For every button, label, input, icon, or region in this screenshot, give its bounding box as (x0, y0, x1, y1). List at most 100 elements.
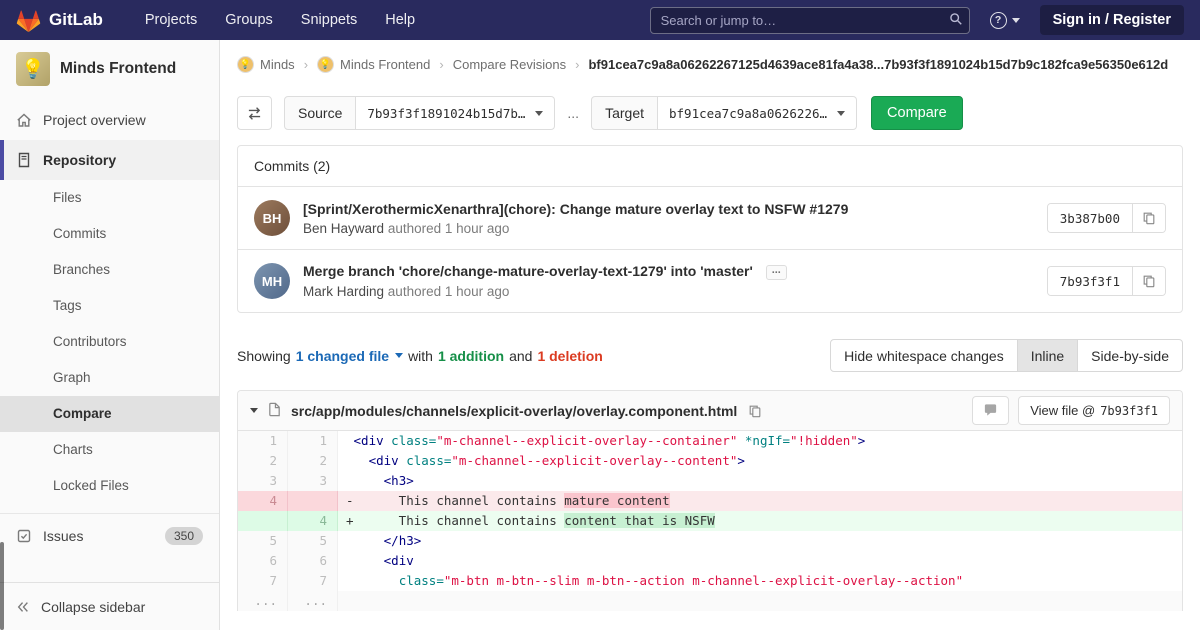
new-line-number[interactable]: ... (288, 591, 338, 611)
sidebar-subitem-compare[interactable]: Compare (0, 396, 219, 432)
commit-author-link[interactable]: Mark Harding (303, 284, 384, 299)
new-line-number[interactable]: 2 (288, 451, 338, 471)
commit-sha-link[interactable]: 7b93f3f1 (1048, 267, 1132, 295)
comment-bubble-icon (983, 403, 998, 418)
file-path-link[interactable]: src/app/modules/channels/explicit-overla… (291, 403, 737, 419)
old-line-number[interactable]: 4 (238, 491, 288, 511)
help-icon: ? (990, 12, 1007, 29)
side-by-side-view-button[interactable]: Side-by-side (1077, 339, 1183, 372)
inline-view-button[interactable]: Inline (1017, 339, 1078, 372)
new-line-number[interactable]: 6 (288, 551, 338, 571)
sidebar-subitem-graph[interactable]: Graph (0, 360, 219, 396)
source-label: Source (284, 96, 356, 130)
chevron-down-icon (535, 111, 543, 116)
commit-row: BH [Sprint/XerothermicXenarthra](chore):… (238, 187, 1182, 249)
nav-snippets[interactable]: Snippets (301, 12, 357, 28)
old-line-number[interactable]: 1 (238, 431, 288, 451)
breadcrumb-minds-frontend[interactable]: Minds Frontend (340, 57, 430, 72)
code-line: - This channel contains mature content (338, 491, 1182, 511)
file-icon (267, 402, 282, 420)
nav-groups[interactable]: Groups (225, 12, 273, 28)
sidebar-item-issues[interactable]: Issues 350 (0, 514, 219, 558)
old-line-number[interactable]: ... (238, 591, 288, 611)
target-revision-group: Target bf91cea7c9a8a0626226… (591, 96, 857, 130)
breadcrumb-minds[interactable]: Minds (260, 57, 295, 72)
double-chevron-left-icon (16, 600, 30, 614)
hide-whitespace-button[interactable]: Hide whitespace changes (830, 339, 1018, 372)
new-line-number[interactable]: 1 (288, 431, 338, 451)
search-input[interactable] (650, 7, 970, 34)
showing-label: Showing (237, 348, 291, 364)
old-line-number[interactable]: 3 (238, 471, 288, 491)
commit-title-link[interactable]: [Sprint/XerothermicXenarthra](chore): Ch… (303, 201, 848, 217)
diff-line: 66 <div (238, 551, 1182, 571)
sidebar-scrollbar[interactable] (0, 542, 4, 630)
brand-wordmark: GitLab (49, 10, 103, 30)
code-line: + This channel contains content that is … (338, 511, 1182, 531)
nav-help[interactable]: Help (385, 12, 415, 28)
copy-sha-button[interactable] (1132, 204, 1165, 232)
sidebar-subitem-files[interactable]: Files (0, 180, 219, 216)
diff-view-options: Hide whitespace changes Inline Side-by-s… (830, 339, 1183, 372)
sidebar-item-repository[interactable]: Repository (0, 140, 219, 180)
code-line: </h3> (338, 531, 1182, 551)
sidebar-subitem-locked-files[interactable]: Locked Files (0, 468, 219, 504)
minds-group-avatar-icon: 💡 (237, 56, 254, 73)
commit-meta: Mark Harding authored 1 hour ago (303, 284, 1047, 299)
copy-sha-button[interactable] (1132, 267, 1165, 295)
avatar: MH (254, 263, 290, 299)
collapse-diff-caret-icon[interactable] (250, 408, 258, 413)
clipboard-icon (748, 404, 762, 418)
range-separator: ... (567, 105, 579, 121)
project-sidebar: 💡 Minds Frontend Project overview Reposi… (0, 40, 220, 630)
new-line-number[interactable]: 5 (288, 531, 338, 551)
diff-stats-row: Showing 1 changed file with 1 addition a… (237, 339, 1183, 372)
sidebar-subitem-commits[interactable]: Commits (0, 216, 219, 252)
old-line-number[interactable]: 2 (238, 451, 288, 471)
old-line-number[interactable]: 6 (238, 551, 288, 571)
commits-panel: Commits (2) BH [Sprint/XerothermicXenart… (237, 145, 1183, 313)
new-line-number[interactable]: 7 (288, 571, 338, 591)
new-line-number[interactable]: 4 (288, 511, 338, 531)
breadcrumb-separator: › (304, 57, 308, 72)
commit-title-link[interactable]: Merge branch 'chore/change-mature-overla… (303, 263, 753, 279)
help-dropdown[interactable]: ? (990, 12, 1020, 29)
swap-revisions-button[interactable] (237, 96, 272, 130)
source-revision-dropdown[interactable]: 7b93f3f1891024b15d7b… (356, 96, 555, 130)
old-line-number[interactable] (238, 511, 288, 531)
commit-author-link[interactable]: Ben Hayward (303, 221, 384, 236)
tanuki-icon (16, 8, 41, 33)
toggle-comments-button[interactable] (972, 396, 1009, 425)
sidebar-subitem-charts[interactable]: Charts (0, 432, 219, 468)
project-context-header[interactable]: 💡 Minds Frontend (0, 40, 219, 100)
gitlab-logo[interactable]: GitLab (16, 8, 103, 33)
sidebar-item-project-overview[interactable]: Project overview (0, 100, 219, 140)
old-line-number[interactable]: 5 (238, 531, 288, 551)
chevron-down-icon (1012, 18, 1020, 23)
nav-projects[interactable]: Projects (145, 12, 197, 28)
search-icon[interactable] (949, 12, 963, 29)
old-line-number[interactable]: 7 (238, 571, 288, 591)
code-line: <div class="m-channel--explicit-overlay-… (338, 431, 1182, 451)
sign-in-button[interactable]: Sign in / Register (1040, 5, 1184, 35)
sidebar-subitem-contributors[interactable]: Contributors (0, 324, 219, 360)
additions-count: 1 addition (438, 348, 504, 364)
target-revision-dropdown[interactable]: bf91cea7c9a8a0626226… (658, 96, 857, 130)
chevron-down-icon (395, 353, 403, 358)
new-line-number[interactable] (288, 491, 338, 511)
sidebar-subitem-branches[interactable]: Branches (0, 252, 219, 288)
breadcrumb-compare-revisions[interactable]: Compare Revisions (453, 57, 566, 72)
collapse-sidebar-button[interactable]: Collapse sidebar (0, 582, 219, 630)
sidebar-subitem-tags[interactable]: Tags (0, 288, 219, 324)
chevron-down-icon (837, 111, 845, 116)
copy-file-path-button[interactable] (746, 402, 764, 420)
commit-message-expander-button[interactable]: ... (766, 265, 787, 280)
changed-files-dropdown[interactable]: 1 changed file (296, 348, 403, 364)
project-avatar: 💡 (16, 52, 50, 86)
commits-header: Commits (2) (238, 146, 1182, 187)
commit-sha-link[interactable]: 3b387b00 (1048, 204, 1132, 232)
compare-button[interactable]: Compare (871, 96, 963, 130)
issues-count-badge: 350 (165, 527, 203, 545)
view-file-button[interactable]: View file @ 7b93f3f1 (1018, 396, 1170, 425)
new-line-number[interactable]: 3 (288, 471, 338, 491)
